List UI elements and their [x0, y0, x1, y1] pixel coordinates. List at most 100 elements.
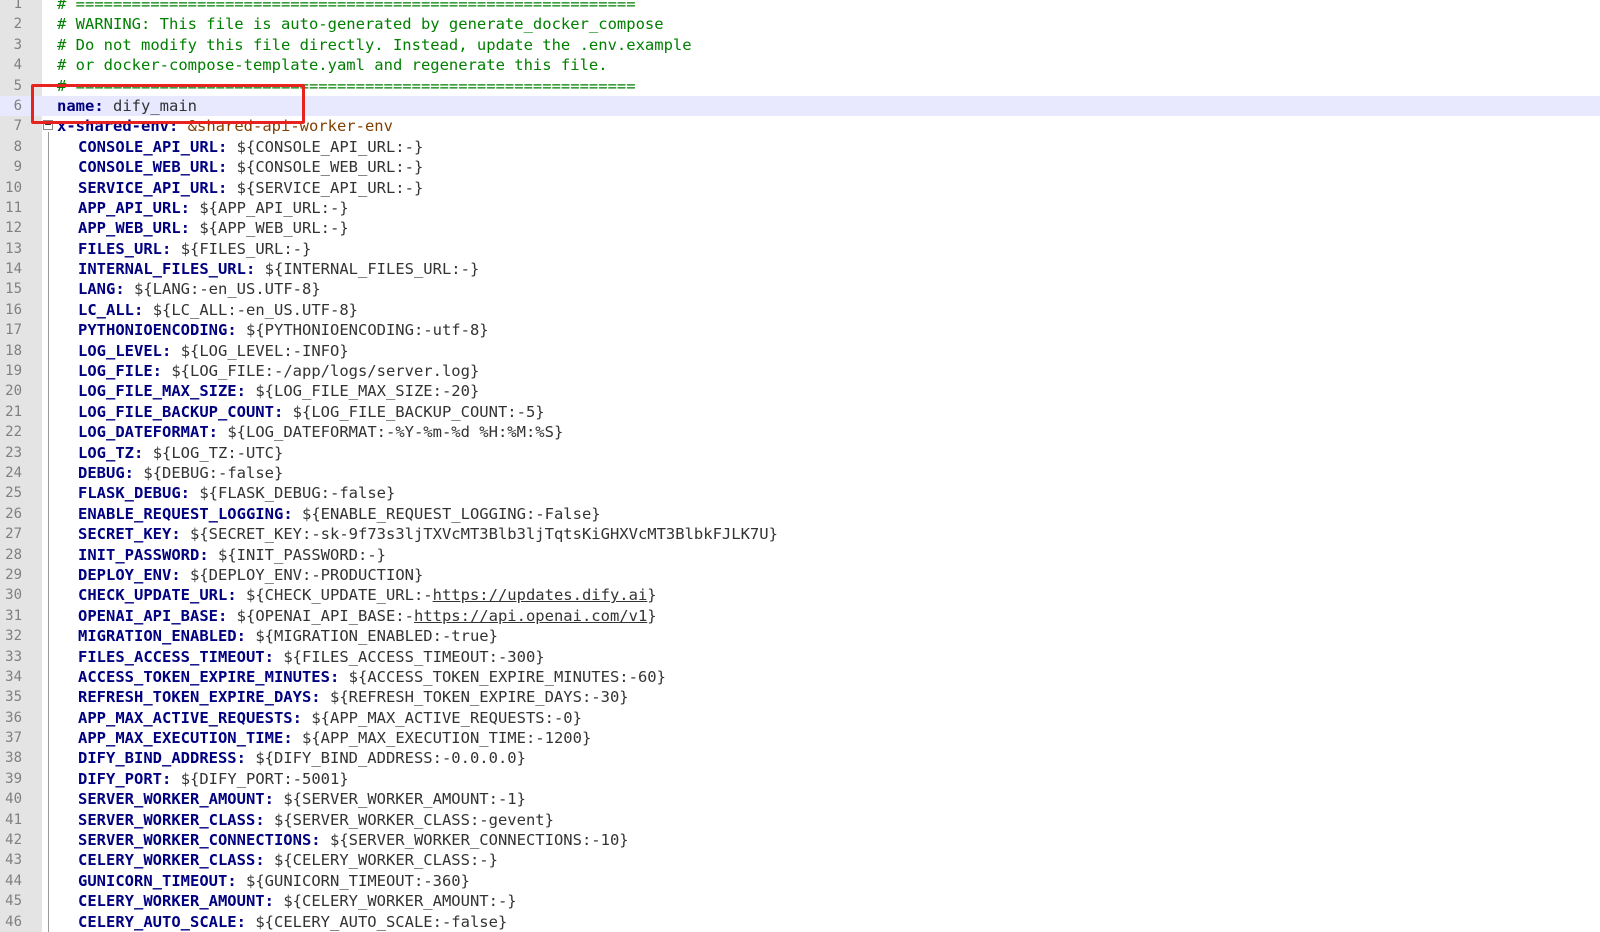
code-line[interactable]: 16 LC_ALL: ${LC_ALL:-en_US.UTF-8} [0, 300, 1600, 320]
code-line[interactable]: 22 LOG_DATEFORMAT: ${LOG_DATEFORMAT:-%Y-%… [0, 422, 1600, 442]
line-number: 20 [5, 383, 22, 400]
code-line[interactable]: 46 CELERY_AUTO_SCALE: ${CELERY_AUTO_SCALE… [0, 912, 1600, 932]
line-content: APP_MAX_EXECUTION_TIME: ${APP_MAX_EXECUT… [57, 728, 591, 748]
yaml-value: ${APP_MAX_EXECUTION_TIME:-1200} [302, 729, 592, 748]
fold-collapse-icon[interactable] [43, 120, 53, 130]
code-line[interactable]: 6 name: dify_main [0, 95, 1600, 117]
yaml-key: APP_MAX_EXECUTION_TIME [78, 729, 284, 748]
code-line[interactable]: 35 REFRESH_TOKEN_EXPIRE_DAYS: ${REFRESH_T… [0, 687, 1600, 707]
url-link[interactable]: https://updates.dify.ai [433, 586, 648, 604]
code-line[interactable]: 1 # =====================================… [0, 0, 1600, 14]
code-line[interactable]: 26 ENABLE_REQUEST_LOGGING: ${ENABLE_REQUE… [0, 504, 1600, 524]
yaml-colon: : [311, 688, 321, 707]
line-content: FLASK_DEBUG: ${FLASK_DEBUG:-false} [57, 483, 395, 503]
yaml-colon: : [217, 137, 228, 156]
code-line[interactable]: 43 CELERY_WORKER_CLASS: ${CELERY_WORKER_C… [0, 850, 1600, 870]
yaml-value: ${CELERY_AUTO_SCALE:-false} [255, 912, 508, 931]
code-line[interactable]: 38 DIFY_BIND_ADDRESS: ${DIFY_BIND_ADDRESS… [0, 748, 1600, 768]
yaml-key: FILES_ACCESS_TIMEOUT [78, 647, 265, 666]
yaml-value: ${APP_API_URL:-} [199, 198, 349, 217]
yaml-key: SERVICE_API_URL [78, 178, 218, 197]
code-line[interactable]: 30 CHECK_UPDATE_URL: ${CHECK_UPDATE_URL:-… [0, 585, 1600, 605]
code-line[interactable]: 2 # WARNING: This file is auto-generated … [0, 14, 1600, 34]
yaml-value: ${DEBUG:-false} [143, 463, 284, 482]
yaml-colon: : [94, 96, 104, 115]
code-line[interactable]: 36 APP_MAX_ACTIVE_REQUESTS: ${APP_MAX_ACT… [0, 708, 1600, 728]
code-line[interactable]: 8 CONSOLE_API_URL: ${CONSOLE_API_URL:-} [0, 137, 1600, 157]
code-line[interactable]: 37 APP_MAX_EXECUTION_TIME: ${APP_MAX_EXEC… [0, 728, 1600, 748]
comment-text: # or docker-compose-template.yaml and re… [57, 56, 608, 75]
yaml-value: ${SECRET_KEY:-sk-9f73s3ljTXVcMT3Blb3ljTq… [190, 525, 778, 544]
line-content: REFRESH_TOKEN_EXPIRE_DAYS: ${REFRESH_TOK… [57, 687, 629, 707]
line-content: # ======================================… [57, 76, 636, 96]
code-line[interactable]: 11 APP_API_URL: ${APP_API_URL:-} [0, 198, 1600, 218]
line-number: 2 [13, 16, 22, 33]
line-number: 19 [5, 363, 22, 380]
code-line[interactable]: 3 # Do not modify this file directly. Ins… [0, 35, 1600, 55]
line-number: 38 [5, 750, 22, 767]
code-line[interactable]: 12 APP_WEB_URL: ${APP_WEB_URL:-} [0, 218, 1600, 238]
code-line[interactable]: 39 DIFY_PORT: ${DIFY_PORT:-5001} [0, 769, 1600, 789]
yaml-colon: : [311, 831, 321, 850]
yaml-value: ${APP_WEB_URL:-} [199, 219, 349, 238]
yaml-colon: : [168, 117, 179, 136]
code-line[interactable]: 28 INIT_PASSWORD: ${INIT_PASSWORD:-} [0, 545, 1600, 565]
code-line[interactable]: 31 OPENAI_API_BASE: ${OPENAI_API_BASE:-ht… [0, 606, 1600, 626]
yaml-value: ${DIFY_PORT:-5001} [180, 769, 349, 788]
line-content: DIFY_PORT: ${DIFY_PORT:-5001} [57, 769, 349, 789]
line-number: 41 [5, 811, 22, 828]
code-line[interactable]: 7 x-shared-env: &shared-api-worker-env [0, 116, 1600, 136]
code-line[interactable]: 13 FILES_URL: ${FILES_URL:-} [0, 239, 1600, 259]
yaml-value: ${LOG_FILE_BACKUP_COUNT:-5} [292, 402, 545, 421]
code-line[interactable]: 41 SERVER_WORKER_CLASS: ${SERVER_WORKER_C… [0, 810, 1600, 830]
code-line[interactable]: 40 SERVER_WORKER_AMOUNT: ${SERVER_WORKER_… [0, 789, 1600, 809]
code-line[interactable]: 42 SERVER_WORKER_CONNECTIONS: ${SERVER_WO… [0, 830, 1600, 850]
code-line[interactable]: 44 GUNICORN_TIMEOUT: ${GUNICORN_TIMEOUT:-… [0, 871, 1600, 891]
code-line[interactable]: 21 LOG_FILE_BACKUP_COUNT: ${LOG_FILE_BACK… [0, 402, 1600, 422]
yaml-colon: : [162, 341, 172, 360]
code-line[interactable]: 4 # or docker-compose-template.yaml and r… [0, 55, 1600, 75]
code-line[interactable]: 18 LOG_LEVEL: ${LOG_LEVEL:-INFO} [0, 341, 1600, 361]
code-lines[interactable]: 1 # =====================================… [0, 0, 1600, 932]
code-line[interactable]: 24 DEBUG: ${DEBUG:-false} [0, 463, 1600, 483]
code-line[interactable]: 32 MIGRATION_ENABLED: ${MIGRATION_ENABLED… [0, 626, 1600, 646]
yaml-value: ${APP_MAX_ACTIVE_REQUESTS:-0} [311, 708, 582, 727]
yaml-key: SECRET_KEY [78, 525, 172, 544]
url-link[interactable]: https://api.openai.com/v1 [414, 607, 647, 625]
code-line[interactable]: 25 FLASK_DEBUG: ${FLASK_DEBUG:-false} [0, 483, 1600, 503]
code-line[interactable]: 33 FILES_ACCESS_TIMEOUT: ${FILES_ACCESS_T… [0, 647, 1600, 667]
yaml-key: LOG_TZ [78, 443, 134, 462]
code-line[interactable]: 23 LOG_TZ: ${LOG_TZ:-UTC} [0, 443, 1600, 463]
line-number: 39 [5, 770, 22, 787]
line-content: CONSOLE_WEB_URL: ${CONSOLE_WEB_URL:-} [57, 157, 423, 177]
yaml-colon: : [255, 851, 265, 870]
code-line[interactable]: 19 LOG_FILE: ${LOG_FILE:-/app/logs/server… [0, 361, 1600, 381]
line-number: 24 [5, 464, 22, 481]
line-number: 42 [5, 832, 22, 849]
code-line[interactable]: 17 PYTHONIOENCODING: ${PYTHONIOENCODING:-… [0, 320, 1600, 340]
yaml-colon: : [236, 912, 246, 931]
yaml-colon: : [264, 892, 274, 911]
code-line[interactable]: 34 ACCESS_TOKEN_EXPIRE_MINUTES: ${ACCESS_… [0, 667, 1600, 687]
yaml-colon: : [264, 790, 274, 809]
code-line[interactable]: 27 SECRET_KEY: ${SECRET_KEY:-sk-9f73s3ljT… [0, 524, 1600, 544]
code-line[interactable]: 10 SERVICE_API_URL: ${SERVICE_API_URL:-} [0, 178, 1600, 198]
yaml-colon: : [152, 362, 162, 381]
code-line[interactable]: 20 LOG_FILE_MAX_SIZE: ${LOG_FILE_MAX_SIZE… [0, 381, 1600, 401]
line-number: 45 [5, 893, 22, 910]
yaml-key: SERVER_WORKER_AMOUNT [78, 790, 265, 809]
line-content: SERVER_WORKER_CLASS: ${SERVER_WORKER_CLA… [57, 810, 554, 830]
yaml-value-suffix: } [647, 606, 657, 625]
line-number: 12 [5, 220, 22, 237]
code-line[interactable]: 14 INTERNAL_FILES_URL: ${INTERNAL_FILES_U… [0, 259, 1600, 279]
code-line[interactable]: 9 CONSOLE_WEB_URL: ${CONSOLE_WEB_URL:-} [0, 157, 1600, 177]
yaml-key: APP_API_URL [78, 198, 181, 217]
code-editor[interactable]: 1 # =====================================… [0, 0, 1600, 932]
code-line[interactable]: 15 LANG: ${LANG:-en_US.UTF-8} [0, 279, 1600, 299]
code-line[interactable]: 5 # =====================================… [0, 76, 1600, 96]
code-line[interactable]: 45 CELERY_WORKER_AMOUNT: ${CELERY_WORKER_… [0, 891, 1600, 911]
yaml-key: APP_WEB_URL [78, 219, 181, 238]
yaml-key: CELERY_AUTO_SCALE [78, 912, 237, 931]
yaml-key: name [57, 96, 95, 115]
code-line[interactable]: 29 DEPLOY_ENV: ${DEPLOY_ENV:-PRODUCTION} [0, 565, 1600, 585]
